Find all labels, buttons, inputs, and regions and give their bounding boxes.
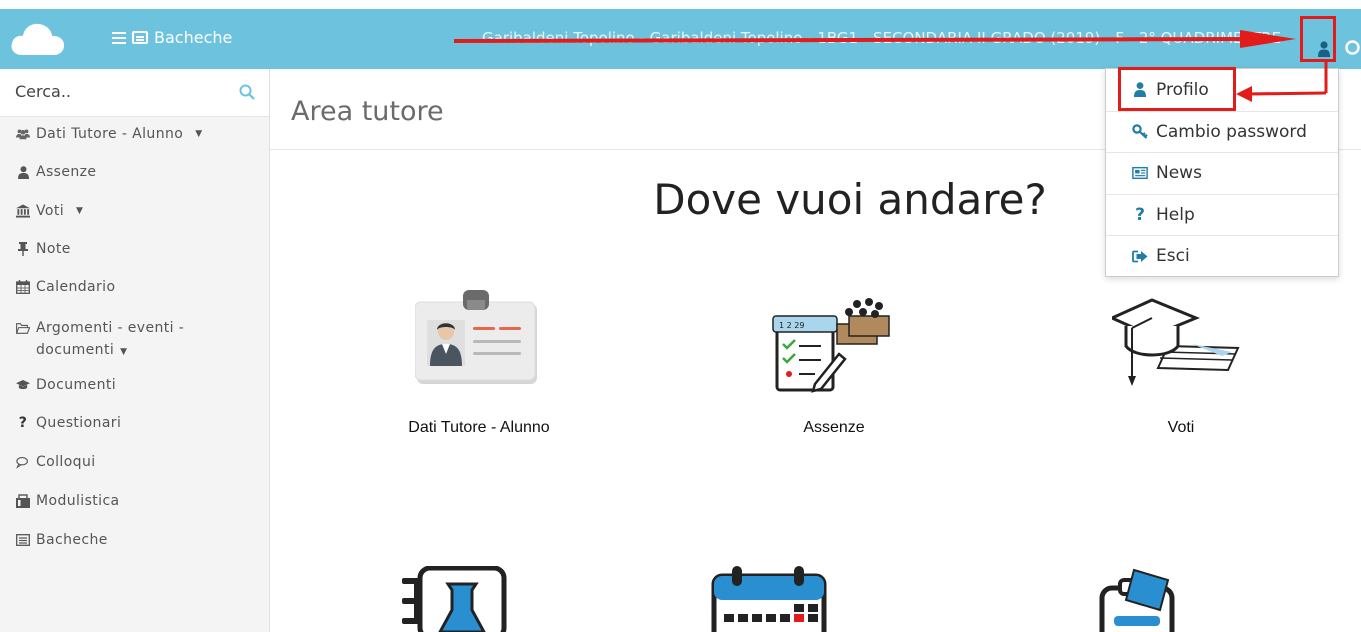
tile-label-dati-tutore[interactable]: Dati Tutore - Alunno [349, 419, 609, 437]
sidebar-item-documenti[interactable]: Documenti [0, 374, 116, 396]
sidebar: Dati Tutore - Alunno ▼ Assenze Voti ▼ Note… [0, 69, 270, 632]
caret-down-icon: ▼ [120, 347, 128, 357]
sign-out-icon [1132, 250, 1148, 263]
sidebar-item-label: Modulistica [36, 493, 120, 509]
menu-item-news[interactable]: News [1106, 152, 1338, 194]
calendar-icon[interactable] [710, 566, 828, 632]
board-icon [16, 529, 30, 551]
event-ticket-icon[interactable] [1098, 566, 1188, 632]
sidebar-toggle-button[interactable]: Bacheche [112, 28, 232, 47]
annotation-highlight-profilo [1118, 67, 1236, 111]
sidebar-item-note[interactable]: Note [0, 238, 71, 260]
caret-down-icon: ▼ [76, 206, 84, 216]
id-card-icon[interactable] [415, 288, 539, 386]
sidebar-item-label: Colloqui [36, 454, 96, 470]
sidebar-item-label: Dati Tutore - Alunno [36, 126, 184, 142]
graduation-diploma-icon[interactable] [1112, 296, 1242, 388]
menu-item-label: Help [1156, 204, 1195, 225]
attendance-clipboard-icon[interactable]: 1 2 29 [765, 294, 895, 394]
search-icon[interactable] [239, 84, 255, 100]
sidebar-search [0, 69, 269, 117]
sidebar-item-label: Voti [36, 203, 65, 219]
sidebar-item-questionari[interactable]: ? Questionari [0, 412, 121, 434]
menu-item-cambio-password[interactable]: Cambio password [1106, 110, 1338, 153]
sidebar-item-argomenti[interactable]: Argomenti - eventi - documenti ▼ [0, 317, 222, 363]
page-title: Area tutore [291, 96, 444, 127]
annotation-arrow [453, 30, 1296, 48]
sidebar-item-label: Calendario [36, 279, 116, 295]
sidebar-item-label: Assenze [36, 164, 97, 180]
tile-label-assenze[interactable]: Assenze [704, 419, 964, 437]
search-input[interactable] [15, 82, 225, 101]
user-icon [16, 161, 30, 183]
sidebar-item-calendario[interactable]: Calendario [0, 276, 115, 298]
briefcase-icon [16, 490, 30, 512]
comments-icon [16, 451, 30, 473]
sidebar-item-modulistica[interactable]: Modulistica [0, 490, 120, 512]
key-icon [1132, 124, 1148, 140]
question-icon: ? [1135, 204, 1145, 225]
sidebar-item-bacheche[interactable]: Bacheche [0, 529, 108, 551]
menu-item-esci[interactable]: Esci [1106, 235, 1338, 277]
pin-icon [16, 238, 30, 260]
board-icon [132, 31, 148, 44]
caret-down-icon: ▼ [195, 129, 203, 139]
bank-icon [16, 200, 30, 222]
tile-label-voti[interactable]: Voti [1051, 419, 1311, 437]
annotation-highlight-user [1300, 16, 1336, 62]
menu-item-label: Esci [1156, 246, 1190, 267]
question-icon: ? [18, 415, 28, 431]
users-icon [16, 123, 30, 145]
sidebar-item-label: Bacheche [36, 532, 108, 548]
sidebar-item-label: Questionari [36, 415, 122, 431]
menu-item-label: News [1156, 163, 1202, 184]
newspaper-icon [1132, 166, 1148, 180]
refresh-icon[interactable] [1344, 39, 1361, 56]
sidebar-item-label: Note [36, 241, 71, 257]
sidebar-item-dati-tutore[interactable]: Dati Tutore - Alunno ▼ [0, 123, 203, 145]
sidebar-item-assenze[interactable]: Assenze [0, 161, 96, 183]
svg-text:1 2 29: 1 2 29 [779, 321, 804, 330]
sidebar-item-label-wrap: Argomenti - eventi - documenti ▼ [12, 317, 222, 363]
sidebar-item-label: Argomenti - eventi - documenti [36, 320, 185, 358]
menu-label: Bacheche [154, 28, 233, 47]
calendar-icon [16, 276, 30, 298]
graduation-cap-icon [16, 374, 30, 396]
cloud-logo-icon[interactable] [10, 22, 66, 56]
hamburger-icon [112, 31, 126, 44]
menu-item-help[interactable]: ? Help [1106, 193, 1338, 236]
menu-item-label: Cambio password [1156, 121, 1307, 142]
sidebar-item-colloqui[interactable]: Colloqui [0, 451, 96, 473]
sidebar-item-label: Documenti [36, 377, 117, 393]
annotation-arrow [1236, 62, 1328, 102]
sidebar-item-voti[interactable]: Voti ▼ [0, 200, 83, 222]
lab-notebook-icon[interactable] [400, 566, 510, 632]
